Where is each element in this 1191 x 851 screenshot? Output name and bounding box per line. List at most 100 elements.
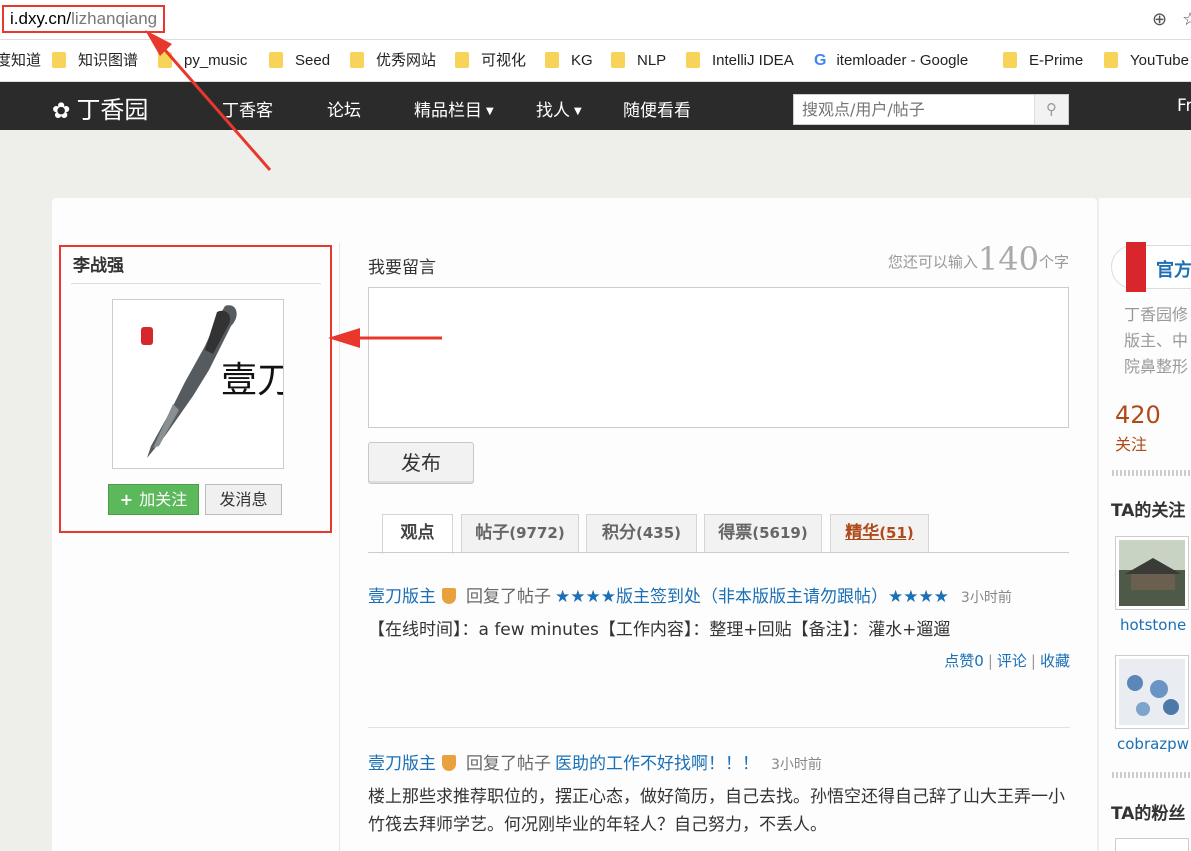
tab-label: 帖子	[475, 523, 510, 543]
star-icon[interactable]: ☆	[1182, 9, 1191, 30]
site-header: ✿丁香园 丁香客 论坛 精品栏目 ▼ 找人 ▼ 随便看看 ⚲ Fr	[0, 82, 1191, 130]
bookmark-item[interactable]: NLP	[611, 50, 666, 72]
tab-label: 精华	[845, 523, 880, 543]
bookmark-item[interactable]: 可视化	[455, 50, 526, 72]
bookmark-label: 优秀网站	[376, 52, 437, 69]
tab-votes[interactable]: 得票(5619)	[704, 514, 822, 553]
bookmark-item[interactable]: 优秀网站	[350, 50, 436, 72]
avatar[interactable]: 壹刀	[112, 299, 284, 469]
moderator-badge-icon	[442, 755, 456, 771]
plus-icon: +	[119, 490, 134, 509]
bookmark-label: itemloader - Google	[836, 52, 969, 69]
tab-count: (5619)	[752, 524, 808, 542]
logo-text: 丁香园	[76, 96, 149, 124]
bookmark-label: KG	[571, 52, 593, 69]
flower-logo-icon: ✿	[52, 99, 71, 124]
feed-item: 壹刀版主 回复了帖子 ★★★★版主签到处（非本版版主请勿跟帖）★★★★ 3小时前 【在…	[368, 583, 1070, 671]
counter-prefix: 您还可以输入	[887, 253, 978, 271]
fan-avatar[interactable]	[1115, 838, 1189, 851]
tabs-underline	[368, 552, 1069, 553]
send-message-button[interactable]: 发消息	[205, 484, 282, 515]
follow-avatar[interactable]	[1115, 655, 1189, 729]
nav-item-cut[interactable]: Fr	[1177, 96, 1191, 116]
folder-icon	[545, 52, 559, 68]
publish-button[interactable]: 发布	[368, 442, 474, 484]
bookmark-item[interactable]: KG	[545, 50, 593, 72]
follow-name[interactable]: cobrazpw	[1117, 735, 1189, 753]
bookmark-label: 知识图谱	[78, 52, 139, 69]
desc-line: 院鼻整形	[1124, 357, 1189, 376]
divider	[1112, 470, 1191, 476]
feed-post-link[interactable]: 医助的工作不好找啊！！！	[555, 754, 759, 774]
folder-icon	[158, 52, 172, 68]
bookmark-label: NLP	[637, 52, 667, 69]
tab-label: 得票	[718, 523, 753, 543]
zoom-icon[interactable]: ⊕	[1152, 9, 1167, 30]
like-link[interactable]: 点赞0	[944, 652, 984, 670]
folder-icon	[1003, 52, 1017, 68]
url-field[interactable]: i.dxy.cn/lizhanqiang	[2, 5, 166, 33]
feed-action: 回复了帖子	[466, 754, 551, 774]
search-icon[interactable]: ⚲	[1034, 95, 1068, 124]
bookmark-label: YouTube	[1130, 52, 1189, 69]
nav-item-find-people[interactable]: 找人 ▼	[536, 96, 582, 121]
avatar-text: 壹刀	[221, 360, 283, 401]
tab-featured[interactable]: 精华(51)	[830, 514, 929, 553]
feed-actions: 点赞0 | 评论 | 收藏	[944, 652, 1070, 670]
nav-item-browse[interactable]: 随便看看	[623, 96, 691, 121]
tab-count: (51)	[879, 524, 914, 542]
bookmark-label: Seed	[295, 52, 331, 69]
tab-count: (9772)	[509, 524, 565, 542]
bookmark-item[interactable]: py_music	[158, 50, 247, 72]
feed-user-link[interactable]: 壹刀版主	[368, 754, 436, 774]
follow-avatar[interactable]	[1115, 536, 1189, 610]
bookmark-item[interactable]: Gitemloader - Google	[814, 50, 984, 72]
tab-viewpoints[interactable]: 观点	[382, 514, 453, 554]
url-host: i.dxy.cn/	[10, 9, 72, 28]
avatar-image: 壹刀	[113, 300, 283, 468]
tab-posts[interactable]: 帖子(9772)	[461, 514, 579, 553]
follow-button[interactable]: + 加关注	[108, 484, 199, 515]
official-badge: 官方	[1111, 242, 1191, 292]
caret-down-icon: ▼	[486, 106, 494, 117]
feed-user-link[interactable]: 壹刀版主	[368, 587, 436, 607]
folder-icon	[52, 52, 66, 68]
feed-title: 壹刀版主 回复了帖子 ★★★★版主签到处（非本版版主请勿跟帖）★★★★ 3小时前	[368, 583, 1070, 612]
counter-number: 140	[977, 240, 1039, 278]
site-logo[interactable]: ✿ 丁香园	[52, 90, 148, 125]
follow-count-label: 关注	[1115, 435, 1148, 454]
collect-link[interactable]: 收藏	[1040, 652, 1070, 670]
nav-item-featured[interactable]: 精品栏目 ▼	[414, 96, 494, 121]
feed-item: 壹刀版主 回复了帖子 医助的工作不好找啊！！！ 3小时前 楼上那些求推荐职位的，摆正心…	[368, 750, 1070, 839]
comment-link[interactable]: 评论	[997, 652, 1027, 670]
divider	[339, 243, 340, 851]
folder-icon	[350, 52, 364, 68]
folder-icon	[455, 52, 469, 68]
bookmark-label: py_music	[184, 52, 248, 69]
divider	[368, 727, 1070, 728]
search-input[interactable]	[794, 95, 1034, 124]
url-path: lizhanqiang	[71, 9, 158, 28]
address-bar: i.dxy.cn/lizhanqiang ⊕ ☆	[0, 0, 1191, 40]
bookmark-item[interactable]: 度知道	[0, 50, 41, 72]
compose-title: 我要留言	[368, 258, 436, 278]
folder-icon	[611, 52, 625, 68]
bookmark-item[interactable]: IntelliJ IDEA	[686, 50, 794, 72]
feed-post-link[interactable]: ★★★★版主签到处（非本版版主请勿跟帖）★★★★	[555, 587, 949, 607]
folder-icon	[269, 52, 283, 68]
tab-points[interactable]: 积分(435)	[586, 514, 697, 553]
bookmark-item[interactable]: E-Prime	[1003, 50, 1083, 72]
tab-count: (435)	[635, 524, 682, 542]
follow-name[interactable]: hotstone	[1120, 616, 1186, 634]
desc-line: 丁香园修	[1124, 305, 1189, 324]
bookmark-item[interactable]: YouTube	[1104, 50, 1189, 72]
nav-item-forum[interactable]: 论坛	[327, 96, 361, 121]
bookmark-item[interactable]: Seed	[269, 50, 330, 72]
nav-item-dxyke[interactable]: 丁香客	[222, 96, 273, 121]
feed-title: 壹刀版主 回复了帖子 医助的工作不好找啊！！！ 3小时前	[368, 750, 1070, 779]
bookmark-item[interactable]: 知识图谱	[52, 50, 138, 72]
follow-count[interactable]: 420	[1115, 401, 1161, 429]
message-textarea[interactable]	[368, 287, 1069, 428]
feed-body: 【在线时间】：a few minutes【工作内容】：整理+回贴【备注】：灌水+…	[368, 620, 951, 640]
feed-action: 回复了帖子	[466, 587, 551, 607]
